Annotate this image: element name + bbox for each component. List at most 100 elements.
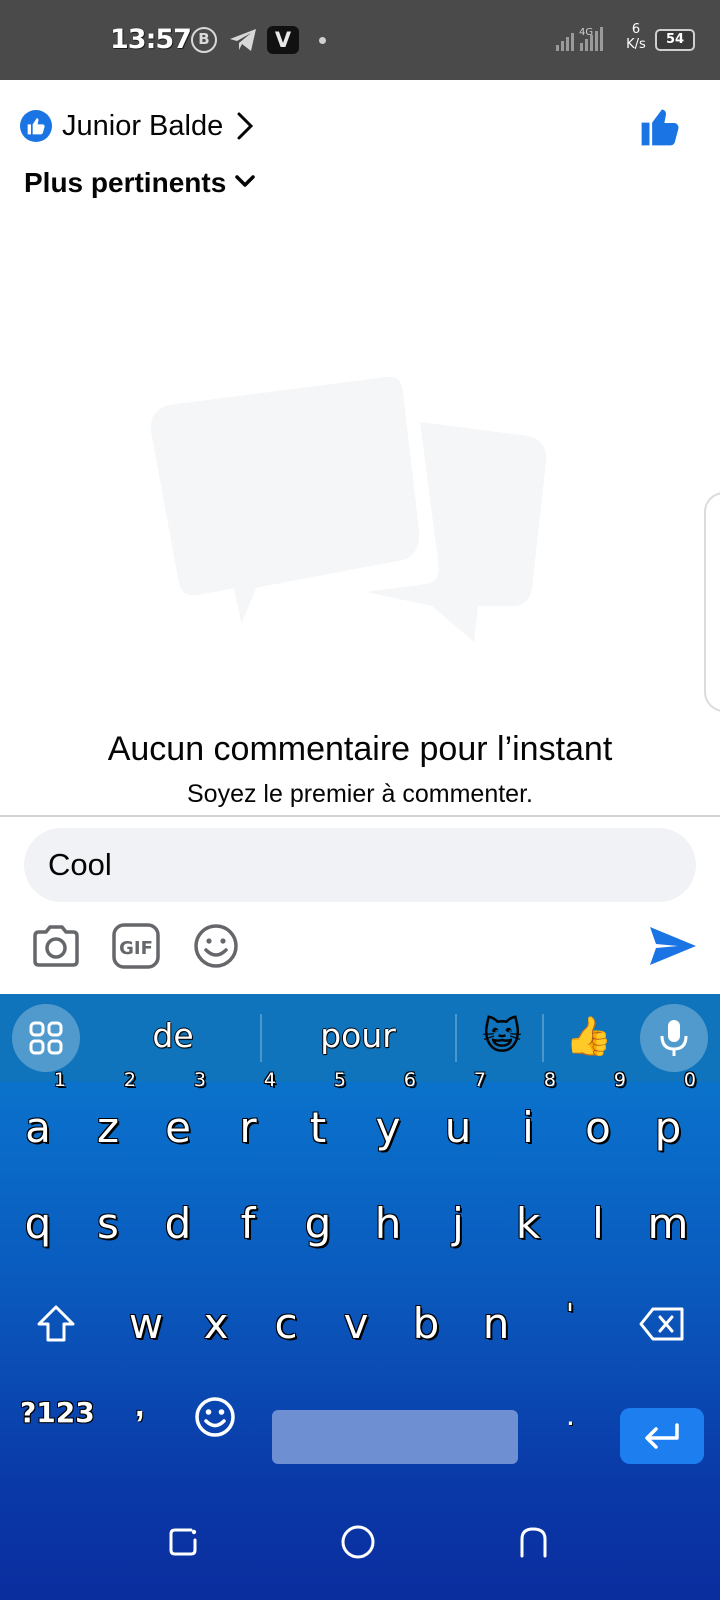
like-button[interactable]: [638, 106, 682, 153]
key-d[interactable]: d: [148, 1184, 208, 1264]
keyboard-emoji-key[interactable]: [192, 1394, 238, 1440]
comma-key[interactable]: ,: [135, 1386, 144, 1425]
suggestion-separator: [260, 1014, 262, 1062]
key-b[interactable]: b: [396, 1284, 456, 1364]
shift-arrow-icon: [37, 1305, 75, 1342]
grid-icon: [29, 1021, 63, 1055]
suggestion-bar: de pour 😺 👍: [0, 994, 720, 1082]
key-c[interactable]: c: [256, 1284, 316, 1364]
key-r[interactable]: r4: [218, 1070, 278, 1168]
comment-input[interactable]: Cool: [24, 828, 696, 902]
key-number-hint: 1: [53, 1069, 66, 1091]
key-l[interactable]: l: [568, 1184, 628, 1264]
gif-button[interactable]: GIF: [110, 920, 162, 972]
key-label: a: [25, 1103, 51, 1152]
recent-apps-icon: [169, 1528, 197, 1556]
key-number-hint: 0: [683, 1069, 696, 1091]
key-s[interactable]: s: [78, 1184, 138, 1264]
key-number-hint: 7: [473, 1069, 486, 1091]
backspace-key[interactable]: [636, 1296, 688, 1352]
symbols-key[interactable]: ?123: [20, 1396, 95, 1429]
key-p[interactable]: p0: [638, 1070, 698, 1168]
period-key[interactable]: .: [566, 1396, 575, 1433]
key-o[interactable]: o9: [568, 1070, 628, 1168]
key-label: t: [309, 1103, 327, 1152]
suggestion-separator: [542, 1014, 544, 1062]
shift-key[interactable]: [28, 1296, 84, 1352]
b-notification-icon: B: [191, 27, 217, 53]
back-button[interactable]: [514, 1522, 554, 1562]
empty-state-subtitle: Soyez le premier à commenter.: [187, 780, 533, 808]
key-label: r: [239, 1103, 257, 1152]
key-w[interactable]: w: [116, 1284, 176, 1364]
more-notifications-dot-icon: [319, 37, 326, 44]
v-app-icon: V: [267, 26, 299, 54]
key-n[interactable]: n: [466, 1284, 526, 1364]
key-number-hint: 6: [403, 1069, 416, 1091]
key-label: u: [444, 1103, 472, 1152]
key-g[interactable]: g: [288, 1184, 348, 1264]
key-label: p: [654, 1103, 682, 1152]
key-y[interactable]: y6: [358, 1070, 418, 1168]
chevron-down-icon: [234, 173, 256, 194]
like-reaction-icon: [20, 110, 52, 142]
key-k[interactable]: k: [498, 1184, 558, 1264]
post-author-link[interactable]: Junior Balde: [20, 106, 255, 146]
key-label: e: [165, 1103, 191, 1152]
key-label: i: [522, 1103, 534, 1152]
key-label: o: [585, 1103, 611, 1152]
enter-key[interactable]: [620, 1408, 704, 1464]
key-t[interactable]: t5: [288, 1070, 348, 1168]
suggestion-separator: [455, 1014, 457, 1062]
suggestion-1[interactable]: de: [140, 1016, 206, 1055]
key-i[interactable]: i8: [498, 1070, 558, 1168]
key-e[interactable]: e3: [148, 1070, 208, 1168]
key-apostrophe[interactable]: ': [540, 1276, 600, 1356]
chevron-right-icon: [235, 111, 255, 141]
camera-icon[interactable]: [30, 920, 82, 972]
key-z[interactable]: z2: [78, 1070, 138, 1168]
key-number-hint: 2: [123, 1069, 136, 1091]
key-v[interactable]: v: [326, 1284, 386, 1364]
key-number-hint: 4: [263, 1069, 276, 1091]
key-q[interactable]: q: [8, 1184, 68, 1264]
battery-icon: 54: [655, 29, 695, 51]
send-icon[interactable]: [645, 920, 701, 972]
status-bar: 13:57 B V 4G 6 K/s 54: [0, 0, 720, 80]
key-m[interactable]: m: [638, 1184, 698, 1264]
microphone-icon: [660, 1020, 688, 1056]
composer-divider: [0, 815, 720, 817]
emoji-suggestion-cat[interactable]: 😺: [477, 1012, 527, 1062]
key-label: z: [96, 1103, 120, 1152]
home-button[interactable]: [338, 1522, 378, 1562]
back-icon: [520, 1527, 547, 1558]
recent-apps-button[interactable]: [164, 1522, 204, 1562]
space-bar[interactable]: [272, 1410, 518, 1464]
suggestion-2[interactable]: pour: [300, 1016, 416, 1055]
svg-text:GIF: GIF: [119, 938, 153, 959]
comment-sort-dropdown[interactable]: Plus pertinents: [24, 166, 256, 200]
microphone-button[interactable]: [640, 1004, 708, 1072]
key-number-hint: 9: [613, 1069, 626, 1091]
key-j[interactable]: j: [428, 1184, 488, 1264]
telegram-icon: [228, 28, 258, 57]
key-a[interactable]: a1: [8, 1070, 68, 1168]
key-f[interactable]: f: [218, 1184, 278, 1264]
network-speed: 6 K/s: [626, 22, 646, 52]
home-circle-icon: [341, 1525, 375, 1559]
key-u[interactable]: u7: [428, 1070, 488, 1168]
key-h[interactable]: h: [358, 1184, 418, 1264]
key-x[interactable]: x: [186, 1284, 246, 1364]
profile-name: Junior Balde: [62, 109, 224, 142]
system-navigation-bar: [0, 1488, 720, 1600]
backspace-icon: [639, 1307, 684, 1341]
empty-comments-illustration: [140, 366, 560, 657]
smiley-icon: [195, 1397, 235, 1437]
empty-state-title: Aucun commentaire pour l’instant: [107, 730, 613, 768]
key-label: y: [375, 1103, 401, 1152]
emoji-suggestion-thumbs-up[interactable]: 👍: [564, 1012, 614, 1062]
side-panel-handle[interactable]: [704, 492, 720, 712]
clock: 13:57: [110, 24, 192, 55]
keyboard-menu-button[interactable]: [12, 1004, 80, 1072]
emoji-icon[interactable]: [190, 920, 242, 972]
